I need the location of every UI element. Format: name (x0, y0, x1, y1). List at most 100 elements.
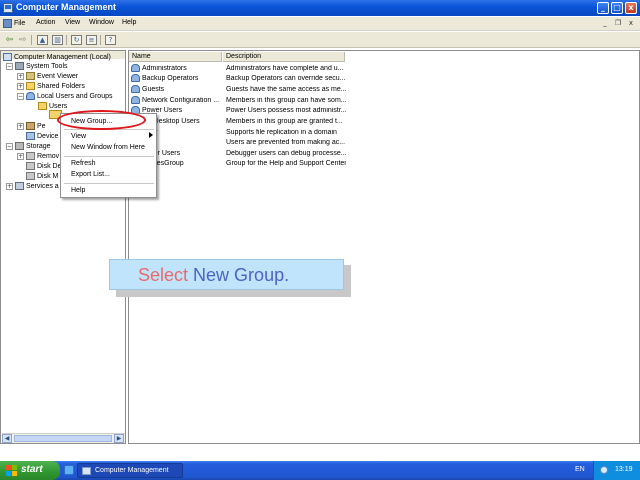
list-item[interactable]: ugger Users Debugger users can debug pro… (131, 148, 471, 158)
quick-launch-icon[interactable] (64, 465, 74, 475)
column-header-name[interactable]: Name (129, 52, 222, 62)
details-list-pane[interactable]: Name Description Administrators Administ… (128, 50, 640, 444)
minimize-button[interactable]: _ (597, 2, 609, 14)
list-item[interactable]: Power Users Power Users possess most adm… (131, 105, 471, 115)
back-arrow-icon[interactable]: ⇦ (4, 35, 15, 45)
group-description: Group for the Help and Support Center (226, 159, 346, 167)
expand-toggle[interactable]: + (17, 83, 24, 90)
list-item[interactable]: Network Configuration ... Members in thi… (131, 95, 471, 105)
scrollbar-thumb[interactable] (14, 435, 112, 442)
menu-bar: File Action View Window Help _ ❐ x (0, 17, 640, 31)
group-icon (131, 74, 140, 82)
taskbar-button-computer-management[interactable]: Computer Management (77, 463, 183, 478)
list-item[interactable]: Backup Operators Backup Operators can ov… (131, 73, 471, 83)
group-description: Backup Operators can override secu... (226, 74, 346, 82)
title-bar[interactable]: Computer Management _ □ x (0, 0, 640, 16)
start-label: start (21, 464, 43, 475)
computer-management-icon (3, 3, 13, 13)
tree-item-removable-storage[interactable]: Remov (26, 151, 59, 161)
menu-action[interactable]: Action (36, 19, 55, 26)
menu-item-new-window[interactable]: New Window from Here (71, 144, 145, 153)
tree-item-label: Remov (37, 152, 60, 160)
forward-arrow-icon[interactable]: ⇨ (17, 35, 28, 45)
taskbar-button-label: Computer Management (95, 467, 169, 474)
tree-item-shared-folders[interactable]: Shared Folders (26, 81, 85, 91)
tree-item-disk-defragmenter[interactable]: Disk De (26, 161, 62, 171)
child-minimize-button[interactable]: _ (600, 19, 610, 29)
list-item[interactable]: cator Supports file replication in a dom… (131, 127, 471, 137)
clock[interactable]: 13:19 (615, 466, 633, 473)
group-name: Backup Operators (142, 74, 199, 82)
menu-window[interactable]: Window (89, 19, 114, 26)
menu-item-export-list[interactable]: Export List... (71, 171, 110, 180)
tree-item-storage[interactable]: Storage (15, 141, 51, 151)
collapse-toggle[interactable]: − (6, 143, 13, 150)
start-button[interactable]: start (0, 461, 60, 480)
toolbar-separator (31, 35, 32, 45)
list-item[interactable]: Guests Guests have the same access as me… (131, 84, 471, 94)
tree-item-performance[interactable]: Pe (26, 121, 46, 131)
group-description: Users are prevented from making ac... (226, 138, 346, 146)
group-description: Power Users possess most administr... (226, 106, 346, 114)
export-list-icon[interactable]: ≡ (86, 35, 97, 45)
help-icon[interactable]: ? (105, 35, 116, 45)
expand-toggle[interactable]: + (17, 123, 24, 130)
menu-file[interactable]: File (3, 19, 25, 28)
tree-item-label: System Tools (26, 62, 68, 70)
folder-icon (38, 102, 47, 110)
window-title: Computer Management (16, 2, 117, 12)
refresh-icon[interactable]: ↻ (71, 35, 82, 45)
column-header-description[interactable]: Description (223, 52, 345, 62)
horizontal-scrollbar[interactable]: ◀ ▶ (2, 433, 125, 443)
expand-toggle[interactable]: + (17, 73, 24, 80)
tree-item-disk-management[interactable]: Disk M (26, 171, 58, 181)
menu-item-refresh[interactable]: Refresh (71, 160, 96, 169)
group-icon (131, 64, 140, 72)
expand-toggle[interactable]: + (17, 153, 24, 160)
computer-icon (3, 53, 12, 61)
group-description: Administrators have complete and u... (226, 64, 344, 72)
caption-word-select: Select (138, 265, 189, 285)
menu-help[interactable]: Help (122, 19, 136, 26)
scroll-right-icon[interactable]: ▶ (114, 434, 124, 443)
tree-item-services-and-applications[interactable]: Services a (15, 181, 59, 191)
console-icon (3, 19, 12, 28)
expand-toggle[interactable]: + (6, 183, 13, 190)
list-item[interactable]: Administrators Administrators have compl… (131, 63, 471, 73)
menu-separator (64, 156, 154, 157)
scroll-left-icon[interactable]: ◀ (2, 434, 12, 443)
tree-item-label: Disk M (37, 172, 59, 180)
collapse-toggle[interactable]: − (6, 63, 13, 70)
tree-item-label: Services a (26, 182, 59, 190)
system-tray: 13:19 (593, 461, 640, 480)
list-item[interactable]: ote Desktop Users Members in this group … (131, 116, 471, 126)
computer-management-icon (82, 466, 91, 475)
maximize-button[interactable]: □ (611, 2, 623, 14)
storage-icon (15, 142, 24, 150)
tray-status-icon[interactable] (600, 466, 608, 474)
close-button[interactable]: x (625, 2, 637, 14)
child-restore-button[interactable]: ❐ (613, 19, 623, 29)
up-folder-icon[interactable]: ▲ (37, 35, 48, 45)
tree-item-local-users-and-groups[interactable]: Local Users and Groups (26, 91, 112, 101)
tree-item-device-manager[interactable]: Device (26, 131, 58, 141)
disk-icon (26, 152, 35, 160)
menu-item-view[interactable]: View (71, 133, 86, 142)
tree-item-system-tools[interactable]: System Tools (15, 61, 68, 71)
tree-item-label: Local Users and Groups (37, 92, 113, 100)
group-description: Guests have the same access as me... (226, 85, 346, 93)
list-item[interactable]: ervicesGroup Group for the Help and Supp… (131, 158, 471, 168)
collapse-toggle[interactable]: − (17, 93, 24, 100)
menu-separator (64, 183, 154, 184)
tree-item-label: Shared Folders (37, 82, 85, 90)
instruction-caption: Select New Group. (109, 259, 344, 290)
tree-item-event-viewer[interactable]: Event Viewer (26, 71, 78, 81)
group-name: Guests (142, 85, 165, 93)
child-close-button[interactable]: x (626, 19, 636, 29)
language-indicator[interactable]: EN (575, 466, 585, 473)
menu-view[interactable]: View (65, 19, 80, 26)
menu-item-help[interactable]: Help (71, 187, 85, 196)
list-item[interactable]: Users are prevented from making ac... (131, 137, 471, 147)
show-hide-tree-icon[interactable]: ▥ (52, 35, 63, 45)
group-description: Members in this group can have som... (226, 96, 346, 104)
